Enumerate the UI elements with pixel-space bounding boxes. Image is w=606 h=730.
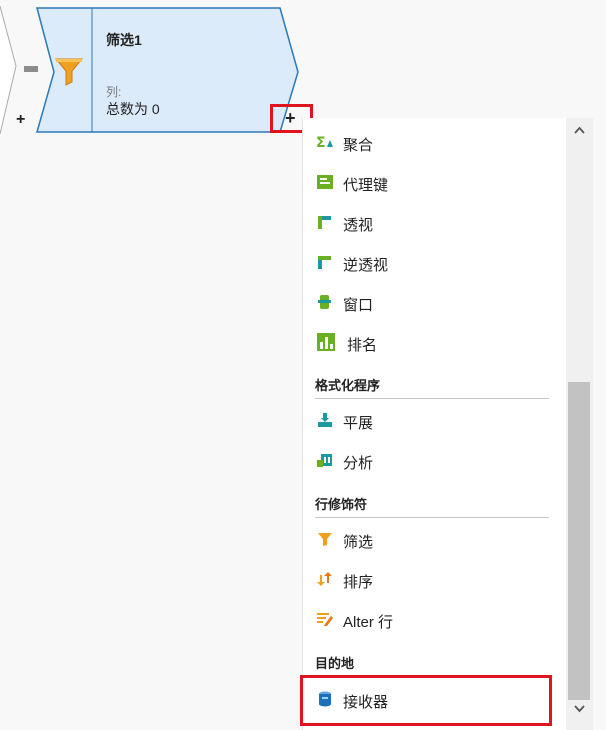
rank-icon (317, 333, 335, 351)
menu-item-aggregate[interactable]: Σ 聚合 (303, 122, 565, 162)
menu-item-filter[interactable]: 筛选 (303, 519, 565, 559)
scroll-down-icon[interactable] (566, 698, 593, 718)
menu-item-unpivot[interactable]: 逆透视 (303, 242, 565, 282)
unpivot-icon (318, 256, 331, 269)
svg-text:Σ: Σ (316, 135, 326, 150)
section-divider (315, 517, 549, 518)
filter-funnel-icon (54, 58, 84, 86)
previous-node-add-button[interactable]: + (16, 112, 25, 128)
node-title: 筛选1 (106, 32, 142, 48)
menu-item-surrogate-key[interactable]: 代理键 (303, 162, 565, 202)
scroll-up-icon[interactable] (566, 120, 593, 140)
menu-item-alter-row[interactable]: Alter 行 (303, 599, 565, 639)
add-transform-button[interactable]: + (285, 108, 296, 129)
menu-item-label: 平展 (343, 415, 374, 432)
flatten-icon (318, 413, 332, 427)
section-heading-formatters: 格式化程序 (315, 378, 381, 393)
section-heading-destination: 目的地 (315, 656, 355, 671)
filter-icon (318, 533, 332, 546)
menu-item-label: 窗口 (343, 297, 374, 314)
menu-item-window[interactable]: 窗口 (303, 282, 565, 322)
section-divider (315, 398, 549, 399)
menu-item-label: 分析 (343, 455, 374, 472)
parse-icon (317, 454, 332, 467)
menu-item-label: 聚合 (343, 137, 374, 154)
menu-item-label: 透视 (343, 217, 374, 234)
section-heading-row-modifiers: 行修饰符 (315, 497, 368, 512)
menu-item-label: 筛选 (343, 534, 374, 551)
menu-item-label: 代理键 (343, 177, 389, 194)
columns-value: 总数为 0 (106, 101, 160, 117)
sigma-aggregate-icon: Σ (316, 135, 333, 150)
menu-item-sort[interactable]: 排序 (303, 559, 565, 599)
menu-item-label: Alter 行 (343, 614, 394, 631)
window-icon (318, 295, 331, 309)
menu-scrollbar-thumb[interactable] (568, 382, 590, 700)
menu-item-label: 排序 (343, 574, 374, 591)
menu-item-label: 逆透视 (343, 257, 389, 274)
alter-row-icon (317, 613, 333, 626)
columns-label: 列: (106, 85, 122, 99)
sort-icon (317, 572, 332, 586)
menu-item-pivot[interactable]: 透视 (303, 202, 565, 242)
transform-menu: Σ 聚合 代理键 透视 逆透视 窗口 排名 格式化程序 平展 分析 行修饰符 筛… (302, 118, 593, 730)
menu-item-label: 排名 (347, 337, 378, 354)
menu-item-flatten[interactable]: 平展 (303, 400, 565, 440)
surrogate-key-icon (317, 175, 333, 189)
menu-item-parse[interactable]: 分析 (303, 440, 565, 480)
pivot-icon (318, 216, 331, 229)
menu-item-rank[interactable]: 排名 (303, 322, 565, 362)
sink-highlight-box (300, 675, 552, 726)
